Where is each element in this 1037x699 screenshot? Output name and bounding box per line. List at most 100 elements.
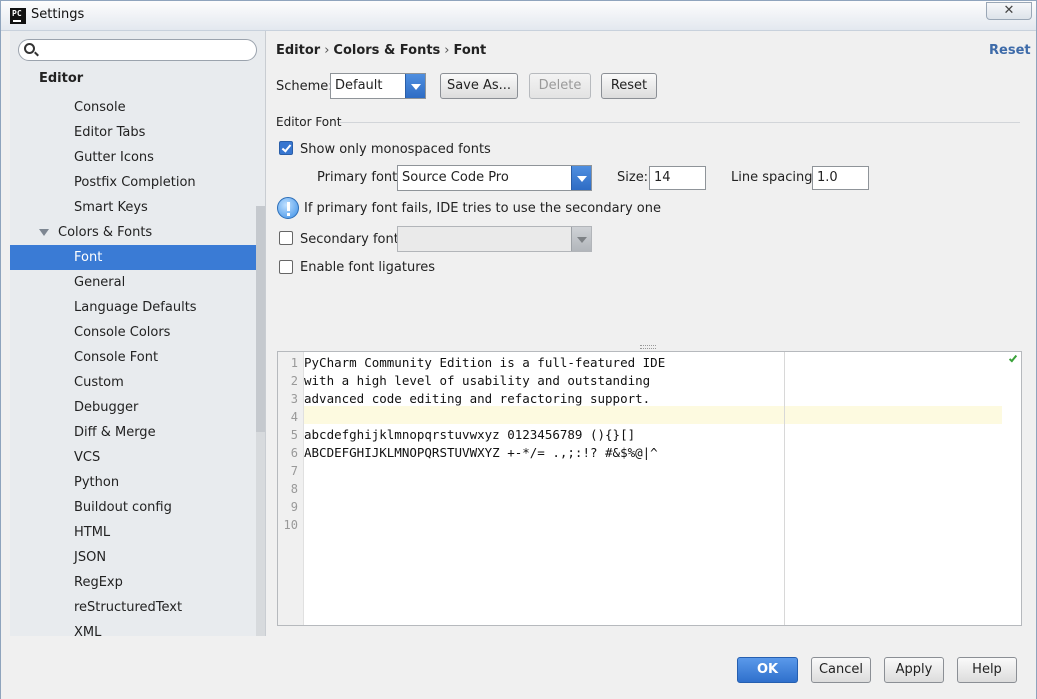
fallback-info-text: If primary font fails, IDE tries to use … (304, 201, 661, 216)
sidebar-item-font[interactable]: Font (10, 245, 257, 270)
close-window-button[interactable]: ✕ (986, 2, 1032, 20)
sidebar-item-custom[interactable]: Custom (10, 370, 257, 395)
sidebar-item-label: HTML (74, 525, 111, 540)
sidebar-item-smart-keys[interactable]: Smart Keys (10, 195, 257, 220)
primary-font-value: Source Code Pro (402, 170, 509, 185)
ligatures-checkbox[interactable] (279, 260, 293, 274)
line-spacing-input[interactable]: 1.0 (812, 166, 869, 190)
chevron-down-icon[interactable] (571, 166, 591, 190)
primary-font-dropdown[interactable]: Source Code Pro (397, 165, 592, 191)
sidebar-item-label: Custom (74, 375, 124, 390)
sidebar-item-label: JSON (74, 550, 107, 565)
line-number: 8 (290, 482, 298, 496)
secondary-font-checkbox[interactable] (279, 231, 293, 245)
font-preview-editor[interactable]: 1 2 3 4 5 6 7 8 9 10 PyCharm Community Edition is… (277, 351, 1022, 626)
line-spacing-label: Line spacing: (731, 170, 817, 185)
settings-window: PC Settings ✕ Editor Console Editor Tabs Gu… (0, 0, 1037, 699)
sidebar-item-label: Gutter Icons (74, 150, 154, 165)
sidebar-item-label: Postfix Completion (74, 175, 196, 190)
size-input[interactable]: 14 (649, 166, 706, 190)
settings-sidebar: Editor Console Editor Tabs Gutter Icons Post… (10, 31, 266, 636)
sidebar-item-colors-fonts[interactable]: Colors & Fonts (10, 220, 257, 245)
line-number: 9 (290, 500, 298, 514)
sidebar-item-console-font[interactable]: Console Font (10, 345, 257, 370)
sidebar-item-label: Debugger (74, 400, 139, 415)
line-number: 1 (290, 356, 298, 370)
settings-tree: Editor Console Editor Tabs Gutter Icons Post… (10, 68, 257, 636)
splitter-handle[interactable] (640, 345, 656, 349)
sidebar-item-label: VCS (74, 450, 101, 465)
sidebar-item-label: Console (74, 100, 126, 115)
section-divider (339, 122, 1020, 123)
primary-font-label: Primary font: (317, 170, 402, 185)
ok-button[interactable]: OK (737, 657, 798, 683)
scheme-reset-button[interactable]: Reset (601, 73, 657, 99)
code-line: abcdefghijklmnopqrstuvwxyz 0123456789 ()… (304, 427, 636, 442)
expand-arrow-icon[interactable] (39, 229, 49, 236)
sidebar-item-debugger[interactable]: Debugger (10, 395, 257, 420)
right-margin-guide (784, 352, 785, 625)
line-number: 6 (290, 446, 298, 460)
editor-font-section-title: Editor Font (276, 115, 342, 129)
scheme-value: Default (335, 78, 383, 93)
sidebar-item-postfix-completion[interactable]: Postfix Completion (10, 170, 257, 195)
sidebar-item-html[interactable]: HTML (10, 520, 257, 545)
sidebar-item-label: Smart Keys (74, 200, 148, 215)
sidebar-item-editor-tabs[interactable]: Editor Tabs (10, 120, 257, 145)
cancel-button[interactable]: Cancel (811, 657, 871, 683)
sidebar-item-xml[interactable]: XML (10, 620, 257, 636)
sidebar-item-restructuredtext[interactable]: reStructuredText (10, 595, 257, 620)
sidebar-item-label: Editor Tabs (74, 125, 146, 140)
monospaced-checkbox[interactable] (279, 141, 293, 155)
help-button[interactable]: Help (957, 657, 1017, 683)
sidebar-item-editor[interactable]: Editor (10, 68, 257, 95)
sidebar-item-gutter-icons[interactable]: Gutter Icons (10, 145, 257, 170)
breadcrumb-editor: Editor (276, 43, 321, 58)
sidebar-item-buildout-config[interactable]: Buildout config (10, 495, 257, 520)
breadcrumb: Editor › Colors & Fonts › Font (276, 43, 486, 58)
sidebar-item-vcs[interactable]: VCS (10, 445, 257, 470)
line-number: 10 (283, 518, 298, 532)
sidebar-item-label: Colors & Fonts (58, 225, 153, 240)
scheme-label: Scheme: (276, 79, 333, 94)
apply-button[interactable]: Apply (884, 657, 944, 683)
sidebar-item-label: Diff & Merge (74, 425, 156, 440)
sidebar-item-label: XML (74, 625, 102, 636)
sidebar-item-regexp[interactable]: RegExp (10, 570, 257, 595)
save-as-button[interactable]: Save As... (440, 73, 518, 99)
sidebar-item-label: Console Font (74, 350, 159, 365)
size-label: Size: (617, 170, 649, 185)
sidebar-item-label: Console Colors (74, 325, 171, 340)
sidebar-item-language-defaults[interactable]: Language Defaults (10, 295, 257, 320)
monospaced-label: Show only monospaced fonts (300, 142, 491, 157)
settings-search[interactable] (18, 39, 257, 61)
breadcrumb-font: Font (453, 43, 487, 58)
reset-link[interactable]: Reset (989, 43, 1031, 58)
sidebar-item-general[interactable]: General (10, 270, 257, 295)
sidebar-item-python[interactable]: Python (10, 470, 257, 495)
checkmark-icon (1008, 353, 1019, 365)
current-line-highlight (304, 406, 1002, 424)
pycharm-logo-icon: PC (10, 8, 26, 24)
code-line: advanced code editing and refactoring su… (304, 391, 651, 406)
delete-button[interactable]: Delete (529, 73, 591, 99)
line-number: 4 (290, 410, 298, 424)
scheme-dropdown[interactable]: Default (330, 73, 426, 99)
secondary-font-dropdown[interactable] (397, 226, 592, 252)
chevron-down-icon[interactable] (405, 74, 425, 98)
info-icon (277, 197, 299, 219)
sidebar-item-label: General (74, 275, 126, 290)
code-line: with a high level of usability and outst… (304, 373, 651, 388)
sidebar-item-console-colors[interactable]: Console Colors (10, 320, 257, 345)
sidebar-item-console[interactable]: Console (10, 95, 257, 120)
sidebar-scrollbar-thumb[interactable] (256, 206, 265, 432)
sidebar-item-json[interactable]: JSON (10, 545, 257, 570)
breadcrumb-colors-fonts: Colors & Fonts (333, 43, 441, 58)
sidebar-item-diff-merge[interactable]: Diff & Merge (10, 420, 257, 445)
chevron-down-icon[interactable] (571, 227, 591, 251)
line-number: 7 (290, 464, 298, 478)
sidebar-item-label: Buildout config (74, 500, 172, 515)
search-input[interactable] (41, 41, 251, 59)
code-line: PyCharm Community Edition is a full-feat… (304, 355, 666, 370)
sidebar-item-label: RegExp (74, 575, 123, 590)
